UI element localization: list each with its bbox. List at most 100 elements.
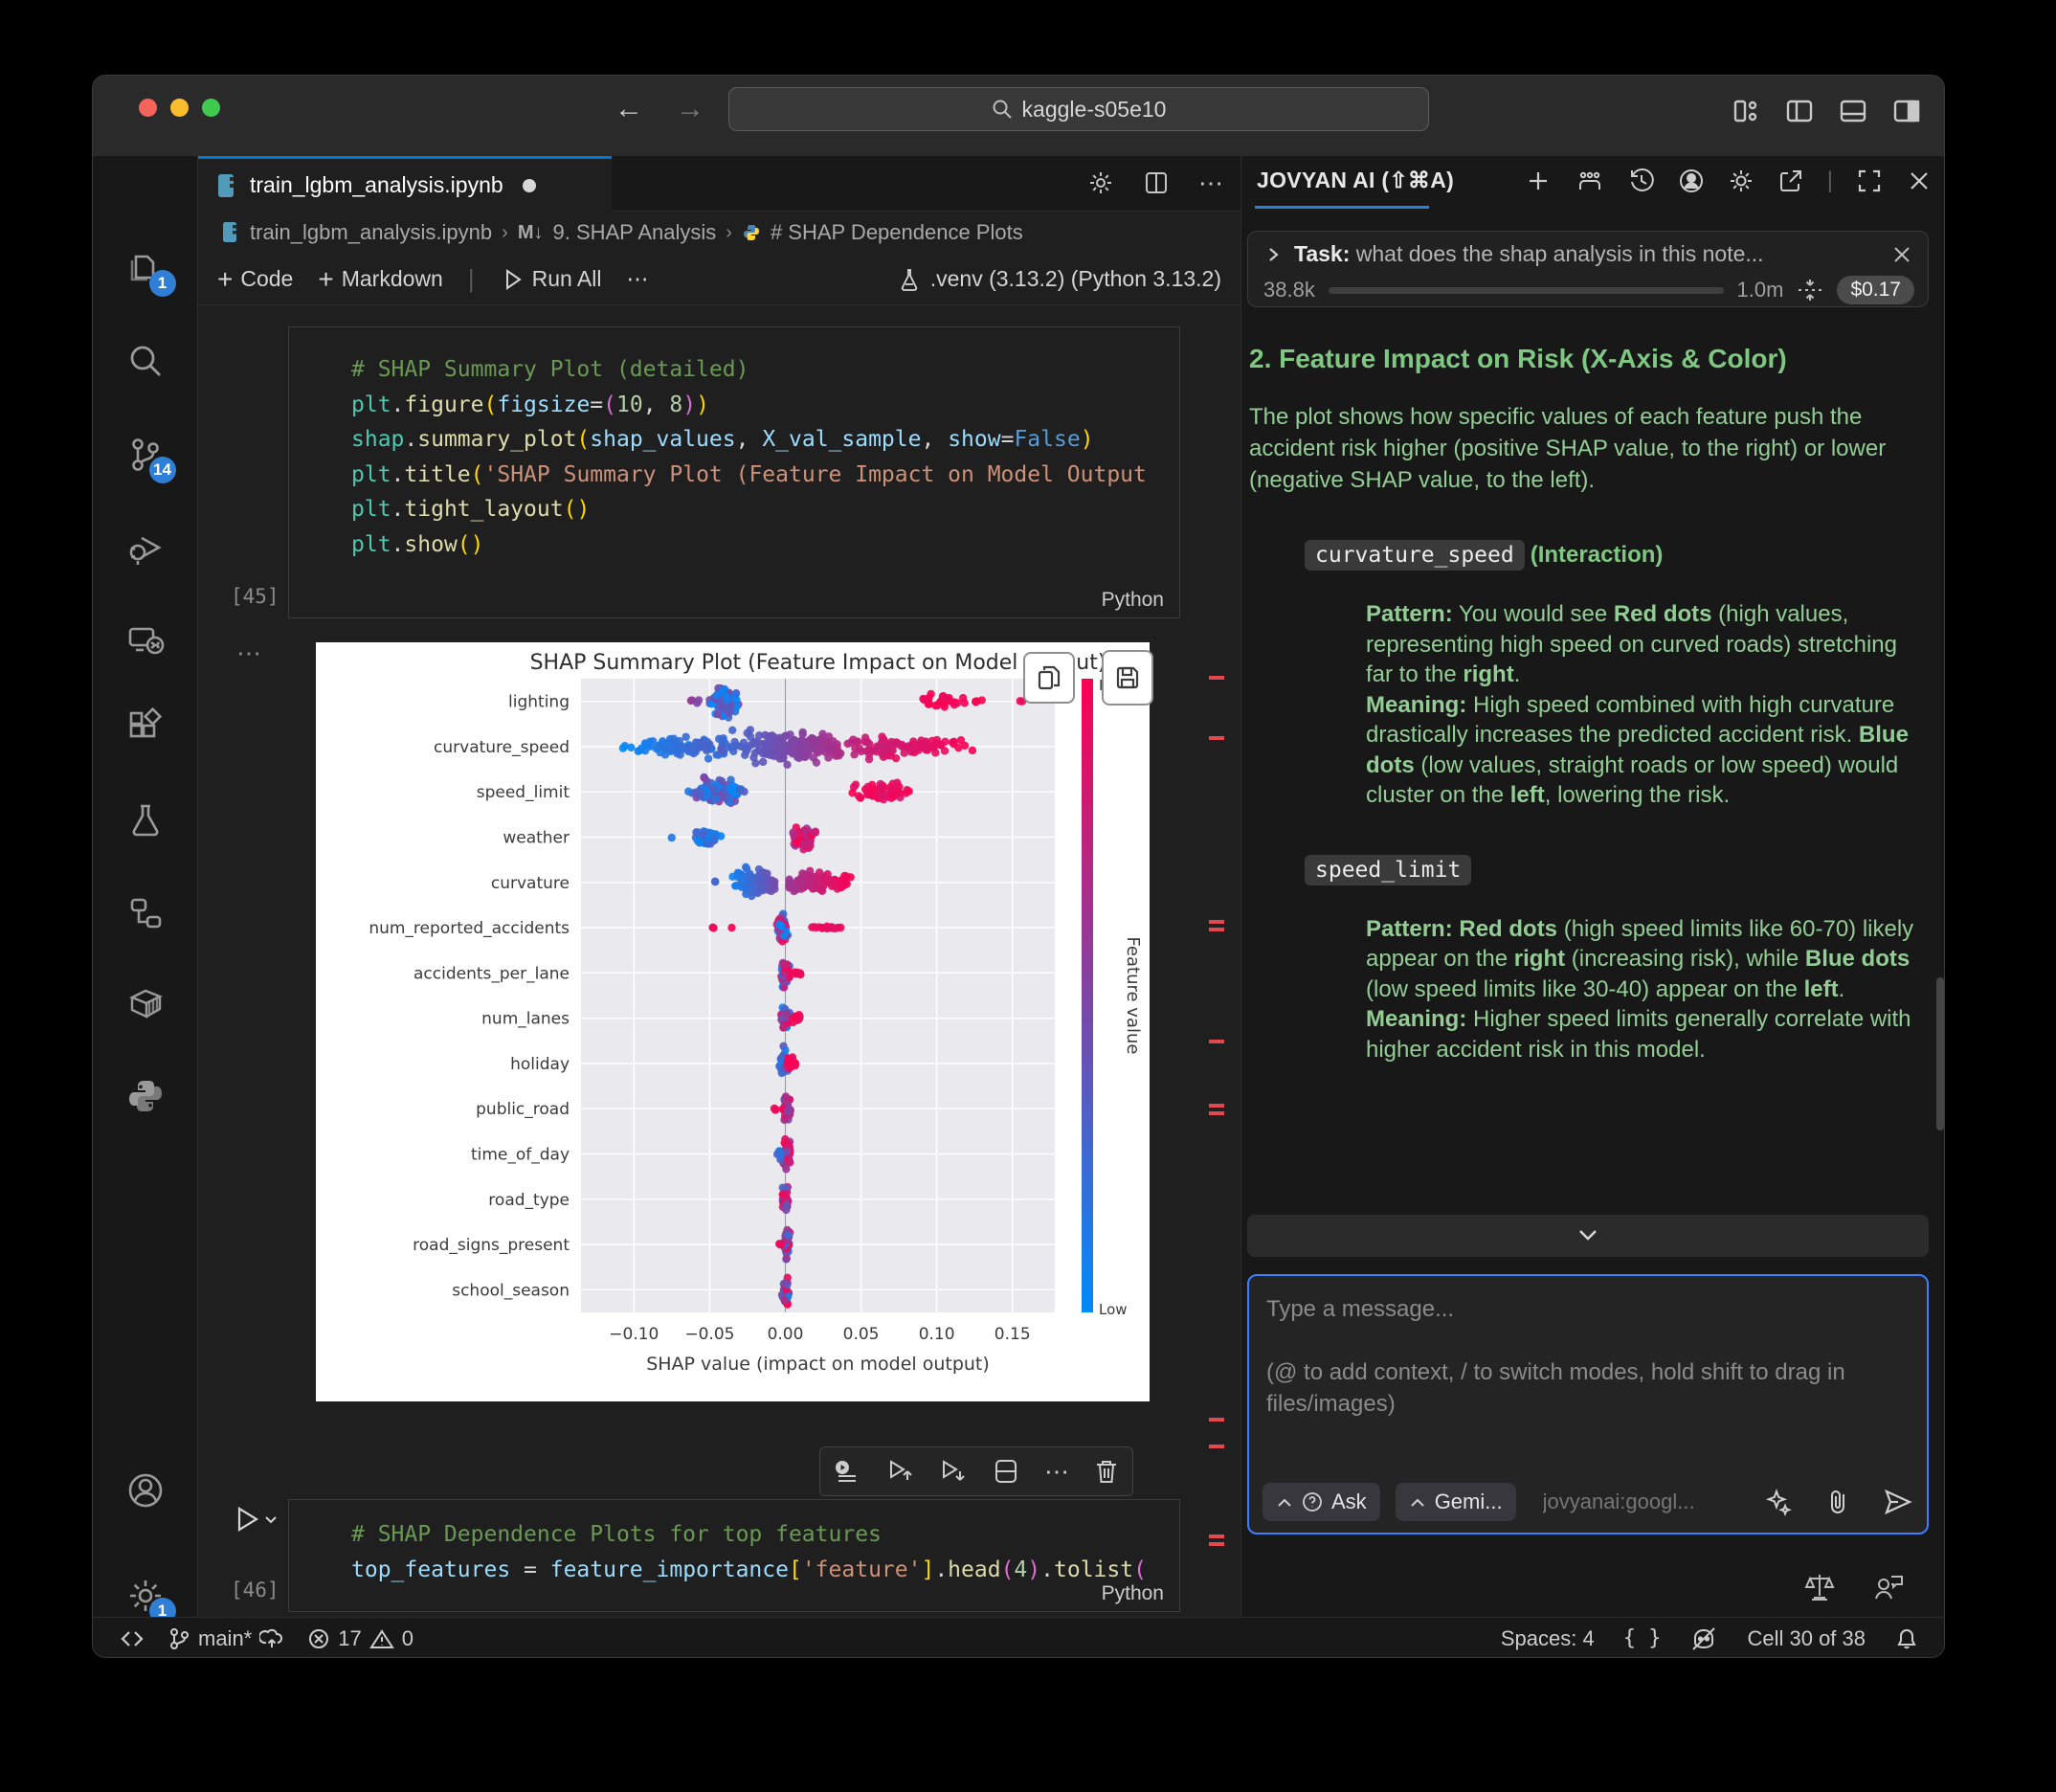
language-braces-icon[interactable]: { } [1623, 1626, 1662, 1650]
sidebar-item-object-explorer[interactable] [124, 892, 167, 934]
svg-text:accidents_per_lane: accidents_per_lane [413, 964, 570, 983]
panel-tab-title[interactable]: JOVYAN AI (⇧⌘A) [1257, 168, 1454, 193]
add-code-cell-button[interactable]: +Code [217, 264, 293, 295]
new-chat-icon[interactable] [1525, 168, 1552, 194]
chevron-up-icon [1276, 1495, 1293, 1509]
close-window-button[interactable] [139, 99, 157, 117]
cost-badge[interactable]: $0.17 [1837, 276, 1914, 304]
copilot-disabled-icon[interactable] [1689, 1626, 1718, 1651]
editor-more-actions-icon[interactable]: ⋯ [1198, 169, 1223, 196]
history-icon[interactable] [1628, 168, 1655, 194]
cell-language-label[interactable]: Python [1102, 1582, 1164, 1605]
sidebar-item-extensions[interactable] [124, 706, 167, 749]
toolbar-more-actions-icon[interactable]: ⋯ [626, 266, 648, 292]
split-editor-icon[interactable] [1143, 169, 1170, 196]
model-selector[interactable]: Gemi... [1396, 1483, 1516, 1521]
notifications-bell-icon[interactable] [1894, 1626, 1919, 1651]
settings-gear-icon[interactable]: 1 [124, 1575, 167, 1617]
settings-gear-icon[interactable] [1728, 168, 1754, 194]
execute-cell-icon[interactable] [833, 1457, 861, 1486]
send-message-icon[interactable] [1883, 1488, 1913, 1516]
run-above-icon[interactable] [885, 1457, 914, 1486]
account-icon[interactable] [124, 1469, 167, 1512]
enhance-prompt-icon[interactable] [1764, 1488, 1793, 1516]
markdown-section-icon: M↓ [518, 222, 544, 244]
run-all-button[interactable]: Run All [500, 266, 602, 292]
cell-position-indicator[interactable]: Cell 30 of 38 [1747, 1626, 1866, 1651]
copy-output-button[interactable] [1023, 652, 1075, 704]
tab-notebook[interactable]: train_lgbm_analysis.ipynb [198, 156, 612, 212]
sidebar-item-explorer[interactable]: 1 [124, 247, 167, 289]
compact-context-icon[interactable] [1797, 277, 1823, 303]
chevron-expand-icon[interactable] [1263, 245, 1283, 264]
feedback-icon[interactable] [1871, 1571, 1906, 1603]
task-card: Task: what does the shap analysis in thi… [1247, 231, 1929, 307]
sidebar-item-remote-explorer[interactable] [124, 619, 167, 661]
chevron-right-icon: › [726, 222, 732, 244]
sidebar-item-python[interactable] [124, 1075, 167, 1117]
svg-text:lighting: lighting [508, 693, 570, 712]
split-cell-icon[interactable] [992, 1457, 1020, 1486]
cell-46-code[interactable]: # SHAP Dependence Plots for top features… [289, 1500, 1179, 1611]
cell-overflow-indicator[interactable]: ⋯ [236, 638, 263, 668]
publish-changes-icon [259, 1627, 284, 1650]
close-panel-icon[interactable] [1906, 168, 1933, 194]
save-output-button[interactable] [1102, 650, 1153, 706]
feature-heading-curvature-speed: curvature_speed (Interaction) [1305, 540, 1933, 571]
notebook-settings-icon[interactable] [1087, 169, 1114, 196]
run-below-icon[interactable] [938, 1457, 967, 1486]
maximize-panel-icon[interactable] [1856, 168, 1883, 194]
toggle-primary-sidebar-icon[interactable] [1785, 97, 1814, 125]
zoom-window-button[interactable] [202, 99, 220, 117]
cell-45-code[interactable]: # SHAP Summary Plot (detailed)plt.figure… [289, 327, 1179, 617]
source-control-badge: 14 [149, 457, 176, 483]
kernel-picker[interactable]: .venv (3.13.2) (Python 3.13.2) [898, 266, 1221, 292]
account-icon[interactable] [1678, 168, 1705, 194]
svg-text:0.05: 0.05 [843, 1325, 880, 1344]
mode-selector-ask[interactable]: Ask [1263, 1483, 1380, 1521]
cell-language-label[interactable]: Python [1102, 589, 1164, 612]
warnings-icon [369, 1627, 394, 1650]
attach-file-icon[interactable] [1825, 1488, 1850, 1516]
feature-body-speed-limit: Pattern: Red dots (high speed limits lik… [1366, 914, 1919, 1065]
title-bar: ← → kaggle-s05e10 [93, 76, 1945, 157]
svg-text:speed_limit: speed_limit [477, 783, 570, 802]
panel-scrollbar[interactable] [1936, 977, 1944, 1131]
agents-icon[interactable] [1575, 168, 1605, 194]
indentation-indicator[interactable]: Spaces: 4 [1501, 1626, 1595, 1651]
customize-layout-icon[interactable] [1732, 97, 1760, 125]
breadcrumb-section[interactable]: 9. SHAP Analysis [552, 220, 716, 245]
legal-scale-icon[interactable] [1802, 1571, 1837, 1603]
open-in-editor-icon[interactable] [1777, 168, 1804, 194]
run-cell-button[interactable] [231, 1503, 279, 1535]
svg-text:0.10: 0.10 [919, 1325, 955, 1344]
problems-indicator[interactable]: 17 0 [307, 1626, 413, 1651]
remote-indicator[interactable] [120, 1627, 145, 1650]
chat-input[interactable]: Type a message... (@ to add context, / t… [1247, 1274, 1929, 1534]
add-markdown-cell-button[interactable]: +Markdown [318, 264, 442, 295]
delete-cell-icon[interactable] [1093, 1457, 1120, 1486]
svg-text:curvature: curvature [491, 874, 570, 893]
command-center-search[interactable]: kaggle-s05e10 [728, 87, 1429, 131]
minimize-window-button[interactable] [170, 99, 189, 117]
modified-dot-icon[interactable] [523, 179, 536, 192]
code-cell-45[interactable]: # SHAP Summary Plot (detailed)plt.figure… [288, 326, 1180, 618]
history-forward-button[interactable]: → [671, 93, 709, 125]
collapse-response-button[interactable] [1247, 1215, 1929, 1257]
sidebar-item-source-control[interactable]: 14 [124, 434, 167, 476]
toggle-secondary-sidebar-icon[interactable] [1892, 97, 1921, 125]
sidebar-item-testing[interactable] [124, 799, 167, 841]
sidebar-item-run-debug[interactable] [124, 526, 167, 569]
breadcrumb-file[interactable]: train_lgbm_analysis.ipynb [250, 220, 492, 245]
toggle-panel-icon[interactable] [1839, 97, 1867, 125]
history-back-button[interactable]: ← [610, 93, 648, 125]
sidebar-item-containers[interactable] [124, 982, 167, 1024]
svg-text:Feature value: Feature value [1123, 937, 1143, 1055]
feature-heading-speed-limit: speed_limit [1305, 855, 1933, 885]
breadcrumb-cell[interactable]: # SHAP Dependence Plots [771, 220, 1023, 245]
sidebar-item-search[interactable] [124, 340, 167, 382]
git-branch-indicator[interactable]: main* [168, 1626, 284, 1651]
cell-more-actions-icon[interactable]: ⋯ [1044, 1457, 1069, 1487]
close-task-icon[interactable] [1891, 244, 1912, 265]
code-cell-46[interactable]: # SHAP Dependence Plots for top features… [288, 1499, 1180, 1612]
